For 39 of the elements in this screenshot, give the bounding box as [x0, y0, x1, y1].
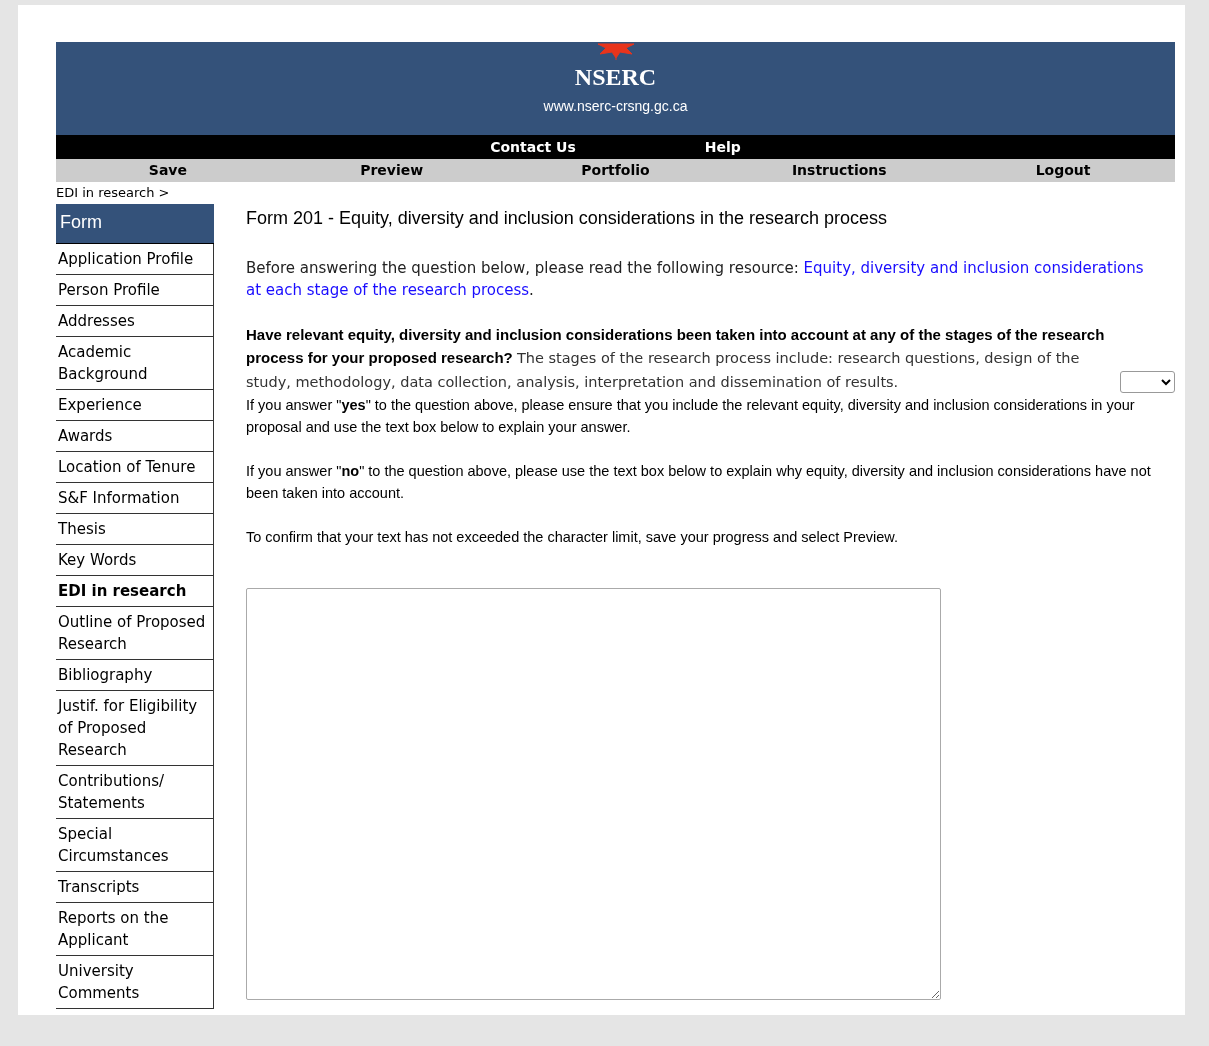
sidebar-title: Form	[56, 204, 214, 244]
answer-dropdown[interactable]	[1120, 371, 1175, 393]
nav-link[interactable]: Save	[56, 160, 280, 181]
site-url: www.nserc-crsng.gc.ca	[543, 97, 688, 116]
resource-link[interactable]: Equity, diversity and inclusion considerations	[803, 259, 1144, 277]
sidebar-item[interactable]: Justif. for Eligibility of Proposed Research	[56, 691, 214, 766]
sidebar-item[interactable]: EDI in research	[56, 576, 214, 607]
nav-link[interactable]: Portfolio	[503, 160, 728, 181]
nav-link[interactable]: Preview	[279, 160, 504, 181]
sidebar-item[interactable]: University Comments	[56, 956, 214, 1009]
instruction-paragraph: If you answer "yes" to the question above, please ensure that you include the relevant equity, diversity and inclusion considerations in your proposal and use the text box below to explain your answer.	[246, 396, 1136, 437]
intro-text: Before answering the question below, please read the following resource:	[246, 259, 799, 277]
sidebar-item[interactable]: Location of Tenure	[56, 452, 214, 483]
nav-link[interactable]: Logout	[951, 160, 1175, 181]
sidebar-item[interactable]: Thesis	[56, 514, 214, 545]
sidebar-item[interactable]: Application Profile	[56, 244, 214, 275]
sidebar-item[interactable]: Contributions/ Statements	[56, 766, 214, 819]
period-text: .	[529, 280, 534, 301]
instruction-paragraph: To confirm that your text has not exceeded the character limit, save your progress and select Preview.	[246, 528, 899, 547]
site-title: NSERC	[574, 63, 657, 92]
sidebar-item[interactable]: S&F Information	[56, 483, 214, 514]
top-link[interactable]: Help	[704, 136, 741, 158]
instruction-paragraph: If you answer "no" to the question above, please use the text box below to explain why equity, diversity and inclusion considerations have not been taken into account.	[246, 462, 1152, 503]
form-title: Form 201 - Equity, diversity and inclusion considerations in the research process	[246, 207, 888, 230]
sidebar-item[interactable]: Awards	[56, 421, 214, 452]
sidebar-item[interactable]: Experience	[56, 390, 214, 421]
sidebar-item[interactable]: Transcripts	[56, 872, 214, 903]
sidebar-item[interactable]: Reports on the Applicant	[56, 903, 214, 956]
sidebar-item[interactable]: Addresses	[56, 306, 214, 337]
question-text: Have relevant equity, diversity and inclusion considerations been taken into account at any of the stages of the research process for your proposed research? The stages of the research process include: research questions, design of the study, methodology, data collection, analysis, interpretation and dissemination of results.	[246, 325, 1106, 392]
sidebar-item[interactable]: Special Circumstances	[56, 819, 214, 872]
sidebar-item[interactable]: Outline of Proposed Research	[56, 607, 214, 660]
sidebar-item[interactable]: Key Words	[56, 545, 214, 576]
sidebar-item[interactable]: Person Profile	[56, 275, 214, 306]
nav-link[interactable]: Instructions	[727, 160, 952, 181]
sidebar-item[interactable]: Bibliography	[56, 660, 214, 691]
sidebar-item[interactable]: Academic Background	[56, 337, 214, 390]
breadcrumb[interactable]: EDI in research >	[56, 182, 1175, 204]
top-link[interactable]: Contact Us	[490, 136, 576, 158]
